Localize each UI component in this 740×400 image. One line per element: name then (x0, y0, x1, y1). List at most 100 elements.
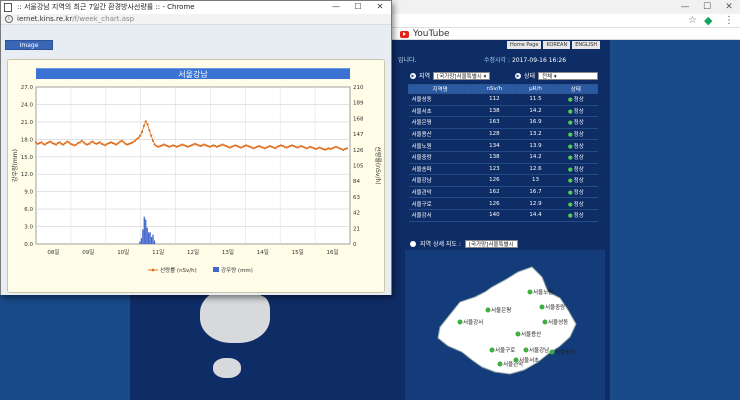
extension-icon[interactable]: ◆ (704, 14, 712, 27)
station-name-cell: 서울은평 (408, 116, 472, 129)
station-marker[interactable] (542, 319, 548, 325)
station-marker[interactable] (485, 307, 491, 313)
station-marker[interactable] (527, 289, 533, 295)
nsv-cell: 128 (471, 128, 517, 141)
close-button[interactable]: ✕ (718, 0, 740, 14)
image-tab[interactable]: Image (5, 40, 53, 50)
dose-rate-point (115, 143, 118, 146)
region-selector-row: ▶ 지역 [국가망]서울특별시 ▾ (410, 71, 491, 80)
table-row[interactable]: 서울은평 163 16.9 ●정상 (408, 116, 598, 129)
nsv-cell: 138 (471, 105, 517, 118)
chart-popup-window[interactable]: :: 서울강남 지역의 최근 7일간 환경방사선량률 :: - Chrome —… (0, 0, 392, 295)
status-dot-icon: ● (567, 213, 573, 220)
table-row[interactable]: 서울성동 112 11.5 ●정상 (408, 93, 598, 106)
station-marker[interactable] (457, 319, 463, 325)
minimize-button[interactable]: — (325, 1, 347, 13)
station-marker-label: 서울서초 (519, 356, 539, 364)
menu-icon[interactable]: ⋮ (724, 15, 734, 26)
status-dot-icon: ● (567, 166, 573, 173)
status-select[interactable]: 전체 ▾ (538, 71, 599, 80)
window-controls: — ☐ ✕ (674, 0, 740, 14)
home-page-button[interactable]: Home Page (507, 41, 542, 49)
station-marker-label: 서울성동 (548, 318, 568, 326)
minimize-button[interactable]: — (674, 0, 696, 14)
bookmark-star-icon[interactable]: ☆ (688, 15, 697, 26)
table-row[interactable]: 서울용산 128 13.2 ●정상 (408, 128, 598, 141)
close-button[interactable]: ✕ (369, 1, 391, 13)
nsv-cell: 163 (471, 116, 517, 129)
rainfall-bar (145, 219, 147, 244)
dose-rate-point (62, 143, 65, 146)
column-header: μR/h (516, 84, 555, 94)
nsv-cell: 126 (471, 174, 517, 187)
station-marker-label: 서울강서 (463, 318, 483, 326)
table-row[interactable]: 서울서초 138 14.2 ●정상 (408, 105, 598, 118)
table-row[interactable]: 서울강서 140 14.4 ●정상 (408, 209, 598, 222)
table-row[interactable]: 서울송파 123 12.6 ●정상 (408, 163, 598, 176)
right-tick-label: 147 (353, 132, 364, 138)
dose-rate-point (140, 130, 144, 133)
station-name-cell: 서울관악 (408, 186, 472, 199)
dose-rate-point (87, 142, 91, 145)
table-row[interactable]: 서울구로 126 12.9 ●정상 (408, 197, 598, 210)
popup-address-bar[interactable]: i iernet.kins.re.kr/f/week_chart.asp (1, 14, 391, 25)
page-icon (4, 3, 12, 12)
english-button[interactable]: ENGLISH (572, 41, 601, 49)
table-row[interactable]: 서울관악 162 16.7 ●정상 (408, 186, 598, 199)
status-cell: ●정상 (554, 128, 598, 141)
ur-cell: 16.7 (516, 186, 555, 199)
dose-rate-point (44, 143, 47, 146)
chart-frame: 서울강남 0.0 3.0 6.0 9.0 12.0 15.0 18.0 21.0 24.0 27.… (7, 59, 385, 293)
dose-rate-point (153, 143, 156, 146)
station-marker[interactable] (549, 349, 555, 355)
ur-cell: 13.2 (516, 128, 555, 141)
dose-rate-point (131, 141, 135, 144)
station-marker[interactable] (513, 357, 519, 363)
dose-rate-point (148, 129, 151, 132)
table-row[interactable]: 서울노원 134 13.9 ●정상 (408, 139, 598, 152)
status-dot-icon: ● (567, 108, 573, 115)
seoul-district-map[interactable]: 서울노원서울중랑서울은평서울강서서울용산서울성동서울구로서울관악서울강남서울서초… (430, 262, 590, 382)
korean-button[interactable]: KOREAN (543, 41, 571, 49)
station-marker[interactable] (489, 347, 495, 353)
dose-rate-point (104, 144, 107, 147)
right-tick-label: 168 (353, 116, 364, 122)
table-row[interactable]: 서울강남 126 13 ●정상 (408, 174, 598, 187)
right-tick-label: 105 (353, 164, 364, 170)
rainfall-bar (146, 227, 148, 244)
region-select[interactable]: [국가망]서울특별시 ▾ (433, 71, 491, 80)
region-label: 지역 (419, 73, 431, 80)
station-marker[interactable] (497, 361, 503, 367)
legend-dose-label: 선량률 (nSv/h) (160, 266, 197, 274)
map-title-label: 지역 상세 지도 : (420, 241, 461, 248)
popup-url: iernet.kins.re.kr/f/week_chart.asp (17, 15, 135, 23)
station-marker[interactable] (515, 331, 521, 337)
map-region-select[interactable]: [국가망]서울특별시 (464, 239, 518, 248)
week-chart: 0.0 3.0 6.0 9.0 12.0 15.0 18.0 21.0 24.0 27.0 0 21 4… (11, 85, 382, 274)
nsv-cell: 126 (471, 197, 517, 210)
station-name-cell: 서울성동 (408, 93, 472, 106)
left-tick-label: 12.0 (21, 172, 34, 178)
station-marker[interactable] (523, 347, 529, 353)
status-cell: ●정상 (554, 186, 598, 199)
dose-rate-point (151, 139, 155, 142)
address-bar[interactable] (395, 16, 695, 26)
popup-titlebar: :: 서울강남 지역의 최근 7일간 환경방사선량률 :: - Chrome —… (1, 1, 391, 14)
rainfall-bar (147, 232, 150, 244)
column-header: 상태 (553, 84, 599, 94)
legend-bar-marker (213, 267, 219, 272)
maximize-button[interactable]: ☐ (696, 0, 718, 14)
station-marker[interactable] (539, 304, 545, 310)
right-tick-label: 21 (353, 226, 360, 232)
bullet-icon (410, 240, 416, 247)
left-tick-label: 6.0 (24, 207, 33, 213)
rainfall-bar (140, 238, 143, 244)
dose-rate-point (137, 136, 140, 139)
station-marker-label: 서울은평 (491, 306, 511, 314)
table-row[interactable]: 서울중랑 138 14.2 ●정상 (408, 151, 598, 164)
right-tick-label: 189 (353, 101, 364, 107)
status-cell: ●정상 (554, 151, 598, 164)
info-icon[interactable]: i (5, 15, 13, 23)
bookmark-youtube[interactable]: YouTube (400, 29, 450, 39)
maximize-button[interactable]: ☐ (347, 1, 369, 13)
